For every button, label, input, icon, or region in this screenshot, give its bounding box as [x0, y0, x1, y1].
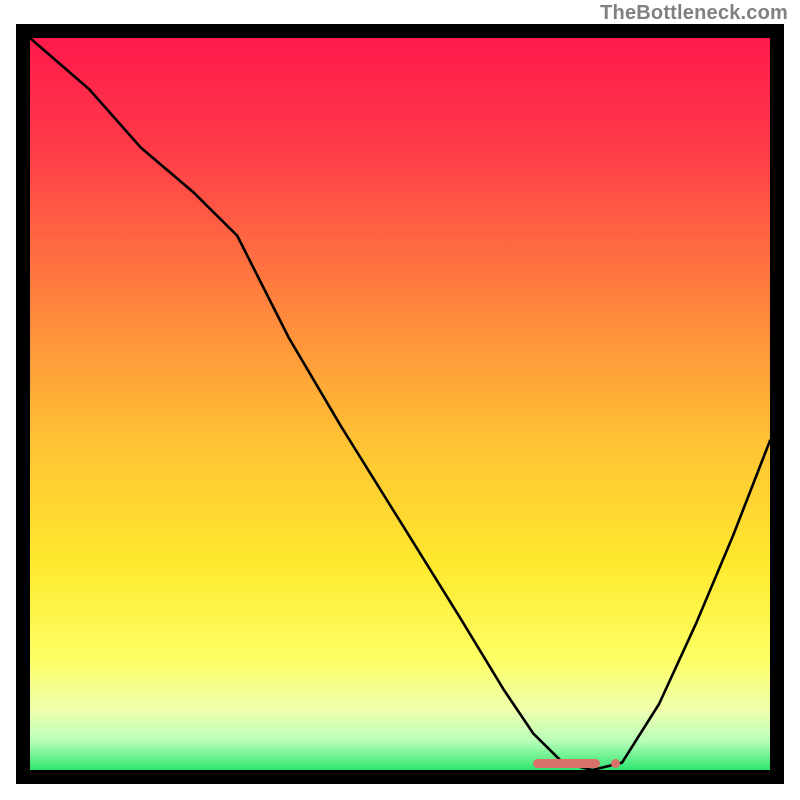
bottleneck-curve: [30, 38, 770, 770]
chart-stage: TheBottleneck.com: [0, 0, 800, 800]
watermark-text: TheBottleneck.com: [600, 2, 788, 25]
optimum-range-marker: [533, 759, 600, 768]
chart-frame: [16, 24, 784, 784]
plot-area: [30, 38, 770, 770]
optimum-point-marker: [611, 759, 620, 768]
